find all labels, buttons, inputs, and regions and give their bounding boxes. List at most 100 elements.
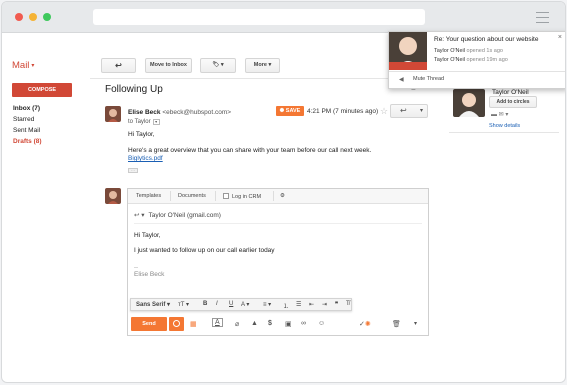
chevron-down-icon[interactable]: ▾ — [420, 107, 423, 114]
recipient-details-toggle[interactable]: ▾ — [152, 119, 160, 125]
templates-tab[interactable]: Templates — [136, 193, 161, 199]
font-family-select[interactable]: Sans Serif ▾ — [136, 301, 170, 308]
app-title[interactable]: Mail ▾ — [12, 60, 34, 71]
mail-icon[interactable]: ✉ — [499, 112, 504, 118]
numbered-list-icon[interactable]: ⒈ — [283, 301, 289, 310]
chevron-down-icon: ▾ — [220, 62, 224, 68]
tracking-icon[interactable]: ✓✺ — [359, 320, 371, 328]
reply-greeting[interactable]: Hi Taylor, — [134, 232, 161, 239]
formatting-options-icon[interactable]: A — [212, 318, 223, 327]
contact-photo — [453, 89, 485, 117]
compose-button[interactable]: COMPOSE — [12, 83, 72, 97]
checkbox-icon[interactable] — [223, 193, 229, 199]
mail-icon — [389, 62, 427, 70]
menu-icon[interactable] — [536, 12, 549, 27]
underline-icon[interactable]: U — [229, 301, 233, 307]
indent-less-icon[interactable]: ⇤ — [309, 301, 314, 308]
emoji-icon[interactable]: ☺ — [318, 320, 325, 327]
calendar-icon[interactable]: ▦ — [190, 320, 197, 328]
tag-icon: 🏷 — [212, 62, 220, 68]
divider — [273, 191, 274, 201]
notification-open-1: Taylor O'Neil opened 1s ago — [434, 48, 503, 54]
folder-sent-mail[interactable]: Sent Mail — [13, 125, 42, 136]
divider — [389, 71, 565, 72]
open-2-status: opened 19m ago — [466, 57, 508, 63]
link-icon[interactable]: ∞ — [301, 320, 306, 327]
move-to-inbox-button[interactable]: Move to Inbox — [145, 58, 192, 73]
user-avatar — [105, 188, 121, 204]
divider — [134, 223, 422, 224]
quote-icon[interactable]: ❞ — [335, 301, 338, 308]
open-1-status: opened 1s ago — [466, 48, 503, 54]
minimize-window-button[interactable] — [29, 13, 37, 21]
add-to-circles-button[interactable]: Add to circles — [489, 96, 537, 108]
app-title-label: Mail — [12, 60, 30, 71]
app-window: Mail ▾ COMPOSE Inbox (7) Starred Sent Mai… — [1, 1, 566, 383]
schedule-send-button[interactable] — [169, 317, 184, 331]
folder-drafts[interactable]: Drafts (8) — [13, 136, 42, 147]
chevron-down-icon: ▾ — [31, 63, 35, 69]
recipient-line: to Taylor ▾ — [128, 119, 160, 125]
labels-button[interactable]: 🏷 ▾ — [200, 58, 236, 73]
more-options-icon[interactable]: ▾ — [414, 320, 417, 327]
align-icon[interactable]: ≡ ▾ — [263, 301, 271, 308]
text-color-icon[interactable]: A ▾ — [241, 301, 249, 308]
folder-inbox[interactable]: Inbox (7) — [13, 103, 42, 114]
more-button[interactable]: More ▾ — [245, 58, 280, 73]
reply-type-icon[interactable]: ↩ ▾ — [134, 212, 145, 219]
save-label: SAVE — [285, 108, 301, 114]
show-trimmed-content[interactable]: … — [128, 168, 138, 173]
browser-chrome — [2, 2, 565, 33]
hubspot-save-badge[interactable]: ✺ SAVE — [276, 106, 304, 116]
back-button[interactable]: ↩ — [101, 58, 136, 73]
signature: Elise Beck — [134, 271, 165, 278]
thread-subject: Following Up — [105, 84, 163, 95]
message-time: 4:21 PM (7 minutes ago) — [307, 108, 379, 115]
documents-tab[interactable]: Documents — [178, 193, 206, 199]
italic-icon[interactable]: I — [216, 301, 218, 307]
divider — [215, 191, 216, 201]
recipient-name: Taylor O'Neil (gmail.com) — [148, 212, 221, 219]
sender-email: <ebeck@hubspot.com> — [162, 109, 232, 116]
reply-body[interactable]: I just wanted to follow up on our call e… — [134, 247, 275, 254]
attachment-link[interactable]: Biglytics.pdf — [128, 155, 163, 162]
open-1-name: Taylor O'Neil — [434, 48, 466, 54]
log-in-crm-toggle[interactable]: Log in CRM — [223, 193, 261, 200]
reply-actions[interactable]: ↩ ▾ — [390, 104, 428, 118]
sender-avatar — [105, 106, 121, 122]
attach-icon[interactable]: ⌀ — [235, 320, 239, 328]
sprocket-icon: ✺ — [279, 108, 285, 114]
font-family-label: Sans Serif — [136, 302, 166, 308]
send-button[interactable]: Send — [131, 317, 167, 331]
chevron-down-icon[interactable]: ▾ — [505, 112, 508, 118]
bulleted-list-icon[interactable]: ☰ — [296, 301, 301, 308]
open-notification[interactable]: Re: Your question about our website Tayl… — [388, 31, 565, 89]
recipient-label: to Taylor — [128, 119, 151, 125]
bold-icon[interactable]: B — [203, 301, 207, 307]
gear-icon[interactable]: ⚙ — [280, 193, 285, 199]
close-window-button[interactable] — [15, 13, 23, 21]
mute-thread-button[interactable]: Mute Thread — [413, 76, 444, 82]
photo-icon[interactable]: ▣ — [285, 320, 292, 328]
maximize-window-button[interactable] — [43, 13, 51, 21]
message-greeting: Hi Taylor, — [128, 131, 155, 138]
folder-starred[interactable]: Starred — [13, 114, 42, 125]
reply-composer: Templates Documents Log in CRM ⚙ ↩ ▾ Tayl… — [127, 188, 429, 336]
indent-more-icon[interactable]: ⇥ — [322, 301, 327, 308]
show-details-link[interactable]: Show details — [489, 123, 520, 129]
reply-icon[interactable]: ↩ — [400, 106, 407, 115]
money-icon[interactable]: $ — [268, 320, 272, 327]
trash-icon[interactable]: 🗑 — [392, 320, 401, 328]
drive-icon[interactable]: ▲ — [251, 320, 258, 327]
divider — [449, 132, 559, 133]
sender-line: Elise Beck <ebeck@hubspot.com> — [128, 109, 231, 116]
address-bar[interactable] — [93, 9, 425, 25]
contact-actions: ▬ ✉ ▾ — [491, 111, 508, 118]
sender-name: Elise Beck — [128, 109, 161, 116]
close-icon[interactable]: × — [558, 34, 562, 41]
clear-formatting-icon[interactable]: T̸ — [346, 301, 350, 307]
font-size-icon[interactable]: ᴛT ▾ — [178, 301, 189, 308]
video-icon[interactable]: ▬ — [491, 112, 497, 118]
star-icon[interactable]: ☆ — [380, 106, 388, 117]
reply-recipient[interactable]: ↩ ▾ Taylor O'Neil (gmail.com) — [134, 211, 221, 219]
